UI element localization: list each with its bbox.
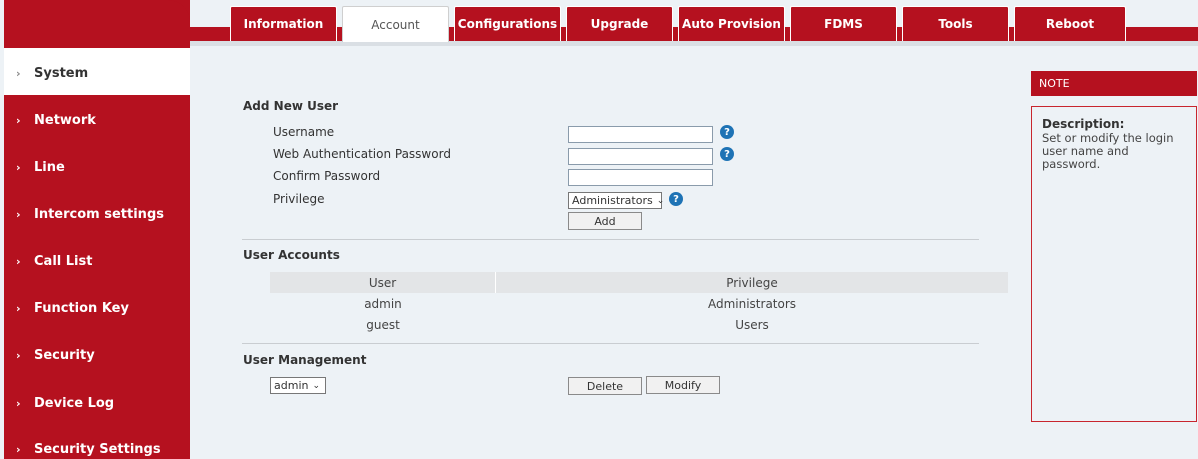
sidebar-item-label: Device Log xyxy=(34,395,115,411)
sidebar-item-label: Intercom settings xyxy=(34,206,164,222)
add-button[interactable]: Add xyxy=(568,212,642,230)
chevron-right-icon: › xyxy=(16,66,21,80)
tab-upgrade[interactable]: Upgrade xyxy=(566,6,673,41)
note-description-text: Set or modify the login user name and pa… xyxy=(1042,131,1174,171)
note-box: Description: Set or modify the login use… xyxy=(1031,106,1197,422)
username-label: Username xyxy=(273,125,335,139)
sidebar-item-label: Line xyxy=(34,159,65,175)
add-user-title: Add New User xyxy=(243,99,339,113)
chevron-right-icon: › xyxy=(16,207,21,221)
privilege-cell: Administrators xyxy=(707,296,797,311)
chevron-right-icon: › xyxy=(16,160,21,174)
chevron-right-icon: › xyxy=(16,301,21,315)
table-header-row: User Privilege xyxy=(270,272,1008,293)
modify-button[interactable]: Modify xyxy=(646,376,720,394)
confirm-password-input[interactable] xyxy=(568,169,713,186)
column-header-user: User xyxy=(270,272,496,293)
table-row[interactable]: guest Users xyxy=(270,314,1008,335)
sidebar-item-label: Security Settings xyxy=(34,441,161,457)
privilege-select-value: Administrators xyxy=(572,194,653,207)
sidebar-item-line[interactable]: › Line xyxy=(4,145,190,189)
note-header: NOTE xyxy=(1031,71,1197,96)
privilege-label: Privilege xyxy=(273,192,325,206)
tab-reboot[interactable]: Reboot xyxy=(1014,6,1126,41)
sidebar-item-intercom-settings[interactable]: › Intercom settings xyxy=(4,192,190,236)
column-header-privilege: Privilege xyxy=(726,275,778,290)
chevron-down-icon: ⌄ xyxy=(312,380,321,391)
help-icon[interactable]: ? xyxy=(720,125,734,139)
sidebar-item-security-settings[interactable]: › Security Settings xyxy=(4,427,190,459)
sidebar-item-label: Security xyxy=(34,347,95,363)
chevron-down-icon: ⌄ xyxy=(656,195,665,206)
sidebar-item-system[interactable]: › System xyxy=(4,51,190,95)
sidebar-item-call-list[interactable]: › Call List xyxy=(4,239,190,283)
chevron-right-icon: › xyxy=(16,396,21,410)
chevron-right-icon: › xyxy=(16,348,21,362)
help-icon[interactable]: ? xyxy=(669,192,683,206)
help-icon[interactable]: ? xyxy=(720,147,734,161)
user-select[interactable]: admin ⌄ xyxy=(270,377,326,394)
password-label: Web Authentication Password xyxy=(273,147,451,161)
user-cell: admin xyxy=(364,296,402,311)
username-input[interactable] xyxy=(568,126,713,143)
privilege-select[interactable]: Administrators ⌄ xyxy=(568,192,665,209)
password-input[interactable] xyxy=(568,148,713,165)
note-description-title: Description: xyxy=(1042,117,1125,131)
divider xyxy=(242,239,979,240)
tab-auto-provision[interactable]: Auto Provision xyxy=(678,6,785,41)
top-tab-bar: Information Account Configurations Upgra… xyxy=(190,0,1198,46)
sidebar-item-security[interactable]: › Security xyxy=(4,333,190,377)
tab-tools[interactable]: Tools xyxy=(902,6,1009,41)
sidebar-item-network[interactable]: › Network xyxy=(4,98,190,142)
sidebar-item-function-key[interactable]: › Function Key xyxy=(4,286,190,330)
divider xyxy=(242,343,979,344)
confirm-password-label: Confirm Password xyxy=(273,169,381,183)
tab-information[interactable]: Information xyxy=(230,6,337,41)
sidebar-item-label: System xyxy=(34,65,89,81)
table-row[interactable]: admin Administrators xyxy=(270,293,1008,314)
user-management-title: User Management xyxy=(243,353,367,367)
user-accounts-title: User Accounts xyxy=(243,248,340,262)
logo-area xyxy=(4,0,190,48)
privilege-cell: Users xyxy=(735,317,769,332)
sidebar-item-device-log[interactable]: › Device Log xyxy=(4,381,190,425)
tab-account[interactable]: Account xyxy=(342,6,449,42)
sidebar-item-label: Function Key xyxy=(34,300,129,316)
chevron-right-icon: › xyxy=(16,254,21,268)
sidebar-item-label: Call List xyxy=(34,253,93,269)
tab-configurations[interactable]: Configurations xyxy=(454,6,561,41)
chevron-right-icon: › xyxy=(16,442,21,456)
delete-button[interactable]: Delete xyxy=(568,377,642,395)
sidebar: › System › Network › Line › Intercom set… xyxy=(4,0,190,459)
user-select-value: admin xyxy=(274,379,309,392)
tab-fdms[interactable]: FDMS xyxy=(790,6,897,41)
user-cell: guest xyxy=(366,317,400,332)
sidebar-item-label: Network xyxy=(34,112,96,128)
chevron-right-icon: › xyxy=(16,113,21,127)
